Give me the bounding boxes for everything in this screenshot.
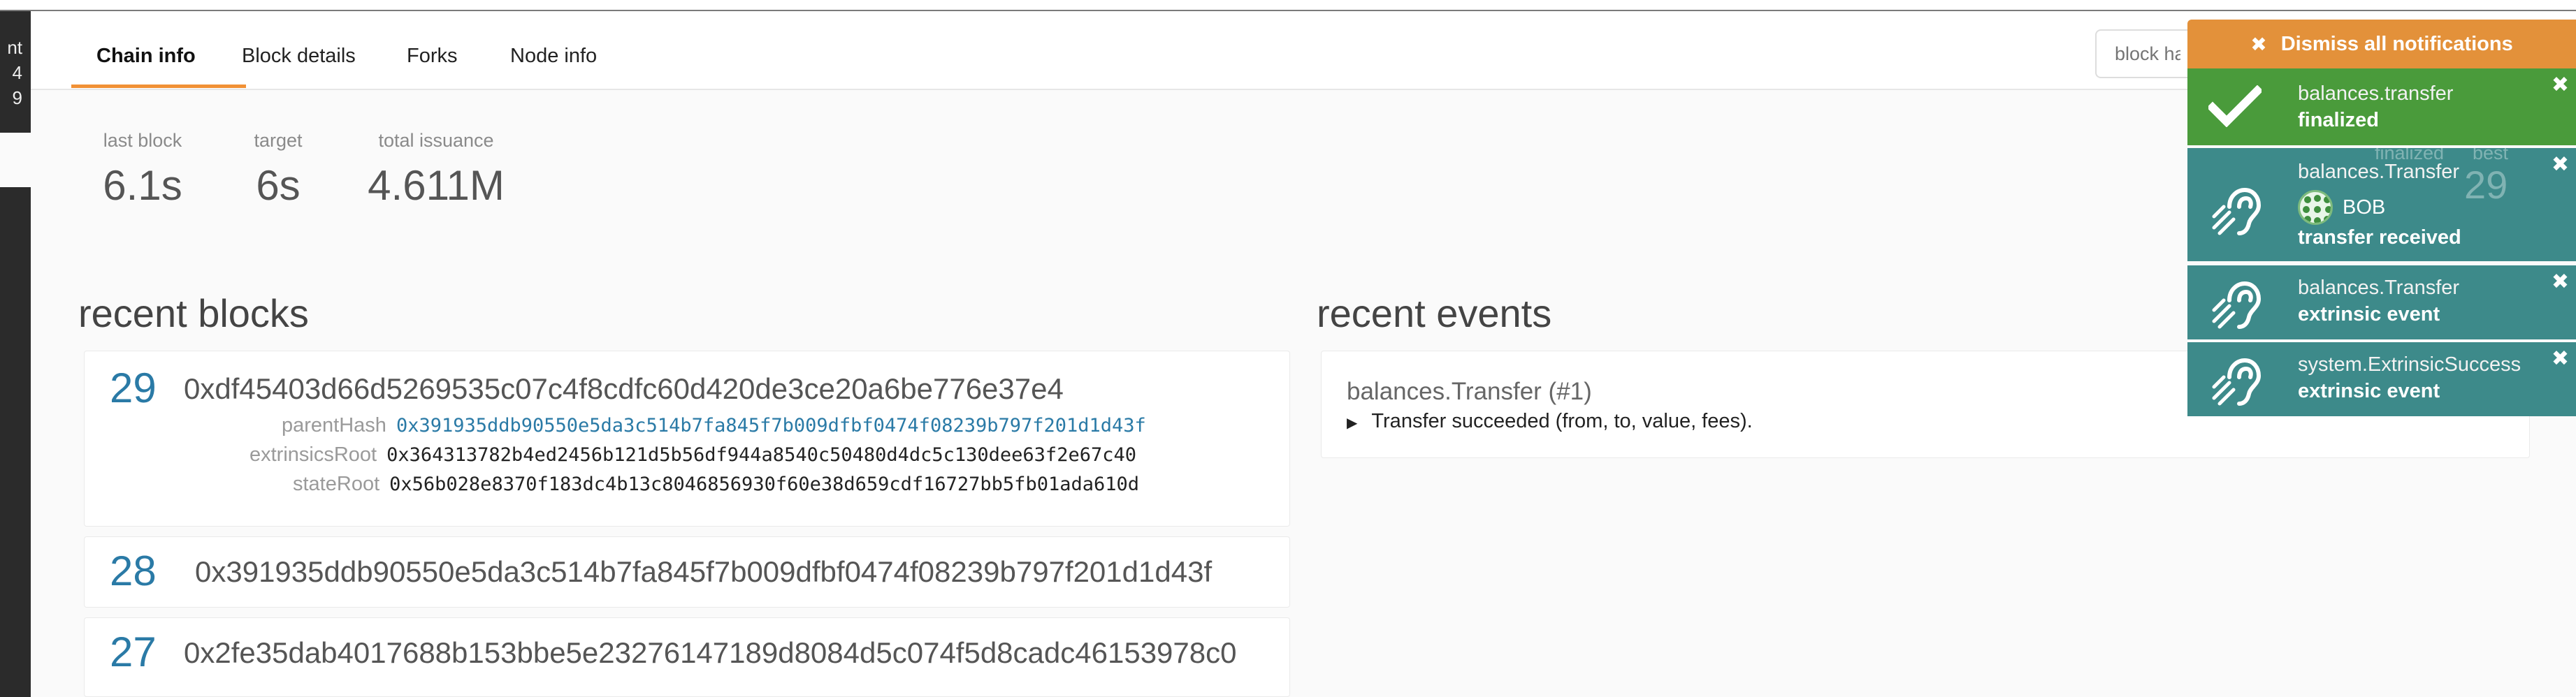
block-card: 28 0x391935ddb90550e5da3c514b7fa845f7b00… xyxy=(84,536,1290,608)
notification-extrinsic-success: ✖ system.ExtrinsicSuccess extrinsic even… xyxy=(2187,342,2576,416)
sidebar-text-3: 9 xyxy=(12,87,22,108)
stat-label: target xyxy=(254,130,303,151)
stat-value: 4.611M xyxy=(368,162,505,209)
dismiss-all-notifications-button[interactable]: ✖ Dismiss all notifications xyxy=(2187,20,2576,68)
block-card: 29 0xdf45403d66d5269535c07c4f8cdfc60d420… xyxy=(84,351,1290,527)
extrinsics-root-value: 0x364313782b4ed2456b121d5b56df944a8540c5… xyxy=(386,444,1136,466)
stat-value: 6s xyxy=(256,162,301,209)
tab-chain-info[interactable]: Chain info xyxy=(96,45,196,68)
notification-extrinsic-event: ✖ balances.Transfer extrinsic event xyxy=(2187,265,2576,339)
sidebar-text-2: 4 xyxy=(12,62,22,83)
block-number-link[interactable]: 29 xyxy=(110,364,157,412)
state-root-label: stateRoot xyxy=(293,473,380,495)
notification-status: extrinsic event xyxy=(2298,380,2440,402)
parent-hash-row: parentHash 0x391935ddb90550e5da3c514b7fa8… xyxy=(282,414,1146,437)
check-icon xyxy=(2208,85,2262,127)
parent-hash-link[interactable]: 0x391935ddb90550e5da3c514b7fa845f7b009df… xyxy=(396,415,1146,436)
state-root-row: stateRoot 0x56b028e8370f183dc4b13c8046856… xyxy=(293,473,1139,496)
notification-status: extrinsic event xyxy=(2298,303,2440,325)
stat-label: last block xyxy=(103,130,182,151)
notification-status: transfer received xyxy=(2298,226,2461,249)
dismiss-all-label: Dismiss all notifications xyxy=(2280,32,2513,55)
notification-title: balances.Transfer xyxy=(2298,161,2460,183)
notification-title: system.ExtrinsicSuccess xyxy=(2298,353,2521,376)
stat-value: 6.1s xyxy=(103,162,182,209)
tab-block-details[interactable]: Block details xyxy=(242,45,356,68)
listening-icon xyxy=(2212,187,2262,235)
notification-title: balances.Transfer xyxy=(2298,277,2460,299)
notification-transfer-received: ✖ finalized best 29 balances.Transfer BO… xyxy=(2187,142,2576,261)
close-icon[interactable]: ✖ xyxy=(2552,270,2569,294)
recent-blocks-title: recent blocks xyxy=(78,291,309,335)
stat-last-block: last block 6.1s xyxy=(96,130,189,210)
ghost-best-text: best xyxy=(2473,142,2509,163)
account-name: BOB xyxy=(2343,196,2386,219)
window-top-border xyxy=(0,0,2576,11)
state-root-value: 0x56b028e8370f183dc4b13c8046856930f60e38… xyxy=(389,474,1139,495)
notification-account: BOB xyxy=(2298,190,2385,225)
stat-target: target 6s xyxy=(246,130,310,210)
notification-finalized: ✖ balances.transfer finalized xyxy=(2187,68,2576,145)
expand-triangle-icon: ▶ xyxy=(1347,416,1358,431)
extrinsics-root-row: extrinsicsRoot 0x364313782b4ed2456b121d5b… xyxy=(249,443,1136,467)
close-icon: ✖ xyxy=(2250,33,2267,55)
block-number-link[interactable]: 28 xyxy=(110,547,157,595)
close-icon[interactable]: ✖ xyxy=(2552,73,2569,97)
event-summary-toggle[interactable]: ▶ Transfer succeeded (from, to, value, fe… xyxy=(1347,410,1753,433)
block-hash: 0x2fe35dab4017688b153bbe5e23276147189d80… xyxy=(184,636,1237,669)
stat-total-issuance: total issuance 4.611M xyxy=(368,130,505,210)
close-icon[interactable]: ✖ xyxy=(2552,152,2569,177)
close-icon[interactable]: ✖ xyxy=(2552,346,2569,371)
sidebar-account-panel[interactable]: nt 4 9 xyxy=(0,11,31,133)
stat-label: total issuance xyxy=(378,130,494,151)
account-identicon xyxy=(2298,190,2333,225)
active-tab-indicator xyxy=(71,85,246,88)
listening-icon xyxy=(2212,358,2262,406)
block-hash: 0xdf45403d66d5269535c07c4f8cdfc60d420de3… xyxy=(184,372,1064,405)
ghost-number-text: 29 xyxy=(2464,163,2508,207)
block-number-link[interactable]: 27 xyxy=(110,628,157,676)
notification-status: finalized xyxy=(2298,109,2380,131)
tab-forks[interactable]: Forks xyxy=(407,45,458,68)
event-title: balances.Transfer (#1) xyxy=(1347,378,1592,405)
extrinsics-root-label: extrinsicsRoot xyxy=(249,443,377,466)
block-card: 27 0x2fe35dab4017688b153bbe5e23276147189… xyxy=(84,617,1290,697)
sidebar-text-1: nt xyxy=(7,37,22,58)
block-hash: 0x391935ddb90550e5da3c514b7fa845f7b009df… xyxy=(195,555,1213,588)
sidebar-nav[interactable] xyxy=(0,187,31,697)
recent-events-title: recent events xyxy=(1317,291,1552,335)
notification-title: balances.transfer xyxy=(2298,82,2454,105)
tab-node-info[interactable]: Node info xyxy=(510,45,597,68)
event-description: Transfer succeeded (from, to, value, fee… xyxy=(1371,410,1753,432)
block-search-input[interactable] xyxy=(2095,29,2200,78)
parent-hash-label: parentHash xyxy=(282,414,386,436)
listening-icon xyxy=(2212,281,2262,329)
